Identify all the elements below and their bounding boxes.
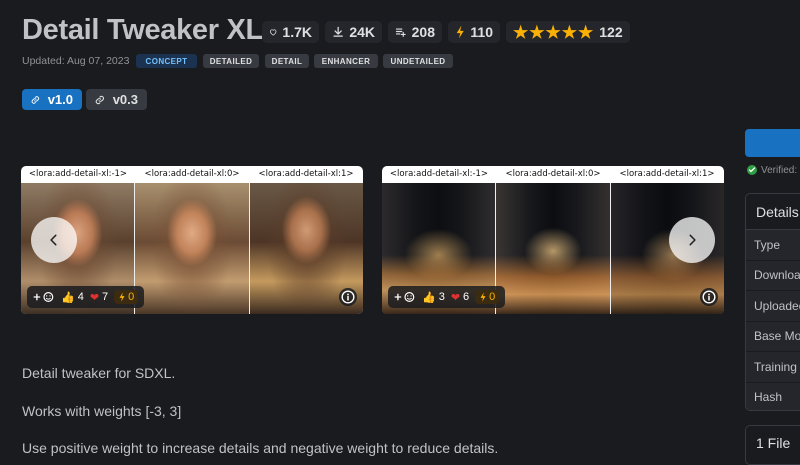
link-icon [95, 95, 104, 104]
buzz-reaction[interactable]: 0 [475, 290, 500, 304]
collections-stat[interactable]: 208 [388, 21, 442, 43]
likes-stat[interactable]: 1.7K [262, 21, 319, 43]
details-row-hash: Hash [746, 382, 800, 410]
version-label: v1.0 [47, 92, 73, 107]
tag-concept[interactable]: CONCEPT [136, 54, 197, 68]
tag-detailed[interactable]: DETAILED [203, 54, 259, 68]
updated-date: Updated: Aug 07, 2023 [22, 55, 130, 67]
lightning-bolt-icon [119, 292, 125, 302]
like-count: 4 [77, 291, 84, 303]
buzz-stat[interactable]: 110 [448, 21, 500, 43]
info-icon [702, 290, 716, 304]
version-v0-3-button[interactable]: v0.3 [86, 89, 147, 110]
like-reaction[interactable]: 👍 4 [61, 291, 84, 304]
download-icon [333, 26, 343, 37]
details-row-type: Type [746, 230, 800, 261]
star-icon: ★ [578, 22, 594, 42]
buzz-reaction[interactable]: 0 [114, 290, 139, 304]
heart-count: 6 [463, 291, 470, 303]
downloads-count: 24K [349, 24, 375, 40]
heart-count: 7 [102, 291, 109, 303]
plus-smiley-icon [33, 292, 54, 302]
link-icon [31, 95, 40, 104]
download-button[interactable] [745, 129, 800, 157]
details-title[interactable]: Details [746, 194, 800, 230]
details-row-downloads: Downloads [746, 260, 800, 291]
heart-icon: ❤ [450, 291, 461, 304]
verified-label: Verified: [761, 164, 798, 176]
model-title: Detail Tweaker XL [22, 14, 263, 46]
version-label: v0.3 [112, 92, 138, 107]
tag-enhancer[interactable]: ENHANCER [314, 54, 378, 68]
rating-stars: ★ ★ ★ ★ ★ [513, 24, 593, 41]
star-icon: ★ [561, 22, 577, 42]
image-caption: <lora:add-detail-xl:1> [619, 169, 715, 179]
street-image [496, 183, 610, 314]
lightning-bolt-icon [480, 292, 486, 302]
downloads-stat[interactable]: 24K [325, 21, 382, 43]
image-caption-bar: <lora:add-detail-xl:-1> <lora:add-detail… [21, 166, 363, 183]
add-reaction-button[interactable] [33, 291, 55, 303]
description-line: Use positive weight to increase details … [22, 440, 499, 456]
details-panel: Details Type Downloads Uploaded Base Mod… [745, 193, 800, 411]
info-icon [341, 290, 355, 304]
details-row-uploaded: Uploaded [746, 291, 800, 322]
tag-detail[interactable]: DETAIL [265, 54, 309, 68]
image-caption-bar: <lora:add-detail-xl:-1> <lora:add-detail… [382, 166, 724, 183]
thumbs-up-icon: 👍 [422, 291, 436, 304]
star-icon: ★ [529, 22, 545, 42]
buzz-count: 110 [470, 24, 493, 40]
portrait-image [135, 183, 249, 314]
reaction-bar: 👍 4 ❤ 7 0 [27, 286, 145, 308]
thumbs-up-icon: 👍 [61, 291, 75, 304]
image-caption: <lora:add-detail-xl:-1> [28, 169, 128, 179]
add-reaction-button[interactable] [394, 291, 416, 303]
shield-check-icon [747, 165, 757, 175]
description-line: Detail tweaker for SDXL. [22, 365, 176, 381]
image-caption: <lora:add-detail-xl:1> [258, 169, 354, 179]
rating-stat[interactable]: ★ ★ ★ ★ ★ 122 [506, 21, 630, 43]
files-panel[interactable]: 1 File [745, 425, 800, 465]
plus-smiley-icon [394, 292, 415, 302]
image-caption: <lora:add-detail-xl:-1> [389, 169, 489, 179]
reaction-bar: 👍 3 ❤ 6 0 [388, 286, 506, 308]
tag-undetailed[interactable]: UNDETAILED [383, 54, 453, 68]
like-reaction[interactable]: 👍 3 [422, 291, 445, 304]
image-info-button[interactable] [339, 288, 357, 306]
details-row-training: Training [746, 352, 800, 383]
image-caption: <lora:add-detail-xl:0> [505, 169, 601, 179]
rating-count: 122 [599, 24, 623, 40]
buzz-reaction-count: 0 [489, 291, 496, 303]
playlist-add-icon [395, 28, 406, 37]
details-row-base-model: Base Model [746, 321, 800, 352]
description-line: Works with weights [-3, 3] [22, 403, 182, 419]
version-v1-0-button[interactable]: v1.0 [22, 89, 82, 110]
carousel-prev-button[interactable] [31, 217, 77, 263]
heart-reaction[interactable]: ❤ 7 [90, 291, 108, 304]
buzz-reaction-count: 0 [128, 291, 135, 303]
heart-outline-icon [270, 29, 277, 36]
likes-count: 1.7K [282, 24, 312, 40]
collections-count: 208 [411, 24, 435, 40]
star-icon: ★ [545, 22, 561, 42]
image-info-button[interactable] [700, 288, 718, 306]
chevron-right-icon [689, 234, 696, 246]
heart-reaction[interactable]: ❤ 6 [451, 291, 469, 304]
lightning-bolt-icon [456, 25, 464, 39]
chevron-left-icon [50, 234, 57, 246]
star-icon: ★ [513, 22, 529, 42]
heart-icon: ❤ [89, 291, 100, 304]
verified-status: Verified: [746, 164, 797, 176]
carousel-next-button[interactable] [669, 217, 715, 263]
image-caption: <lora:add-detail-xl:0> [144, 169, 240, 179]
like-count: 3 [438, 291, 445, 303]
